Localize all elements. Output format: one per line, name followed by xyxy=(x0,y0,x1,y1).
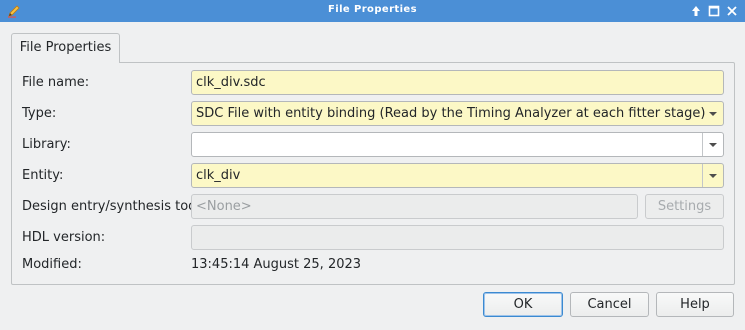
type-value: SDC File with entity binding (Read by th… xyxy=(196,106,706,121)
library-combobox[interactable] xyxy=(191,132,724,157)
entity-combobox[interactable]: clk_div xyxy=(191,163,724,188)
title-bar[interactable]: File Properties xyxy=(0,0,745,22)
ok-button[interactable]: OK xyxy=(483,292,563,317)
help-button[interactable]: Help xyxy=(656,292,734,317)
hdl-version-dropdown[interactable] xyxy=(191,225,724,250)
tab-label: File Properties xyxy=(19,40,112,55)
type-label: Type: xyxy=(22,106,57,121)
chevron-down-icon[interactable] xyxy=(703,133,723,156)
keep-above-icon[interactable] xyxy=(688,3,704,19)
chevron-down-icon[interactable] xyxy=(703,164,723,187)
library-label: Library: xyxy=(22,137,71,152)
entity-label: Entity: xyxy=(22,168,64,183)
entity-value: clk_div xyxy=(196,168,241,183)
design-tool-value: <None> xyxy=(196,199,252,214)
file-name-label: File name: xyxy=(22,75,90,90)
type-dropdown[interactable]: SDC File with entity binding (Read by th… xyxy=(191,101,724,126)
settings-button-label: Settings xyxy=(657,199,712,214)
help-button-label: Help xyxy=(680,297,710,312)
ok-button-label: OK xyxy=(513,297,533,312)
maximize-icon[interactable] xyxy=(706,3,722,19)
design-tool-dropdown[interactable]: <None> xyxy=(191,194,638,219)
settings-button[interactable]: Settings xyxy=(645,194,724,219)
design-tool-label: Design entry/synthesis tool: xyxy=(22,199,205,214)
file-name-field[interactable]: clk_div.sdc xyxy=(191,70,724,95)
cancel-button-label: Cancel xyxy=(587,297,632,312)
window-title: File Properties xyxy=(328,4,417,15)
modified-value: 13:45:14 August 25, 2023 xyxy=(191,257,362,272)
close-icon[interactable] xyxy=(724,3,740,19)
hdl-version-label: HDL version: xyxy=(22,230,106,245)
chevron-down-icon[interactable] xyxy=(703,102,723,125)
cancel-button[interactable]: Cancel xyxy=(570,292,649,317)
tab-file-properties[interactable]: File Properties xyxy=(11,33,120,63)
file-name-value: clk_div.sdc xyxy=(196,75,266,90)
modified-label: Modified: xyxy=(22,257,82,272)
